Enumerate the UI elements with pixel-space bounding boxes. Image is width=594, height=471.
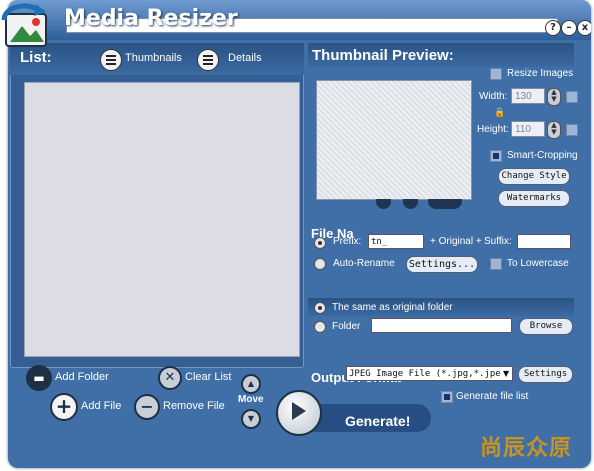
minimize-button[interactable]: – — [561, 20, 577, 36]
folder-radio[interactable] — [314, 321, 326, 333]
smart-cropping-checkbox[interactable] — [490, 150, 502, 162]
lock-icon: 🔒 — [494, 108, 506, 118]
smart-cropping-label: Smart-Cropping — [507, 150, 578, 161]
chevron-down-icon[interactable]: ▼ — [503, 369, 509, 378]
file-list[interactable] — [24, 82, 300, 357]
move-label: Move — [238, 394, 264, 405]
width-input[interactable]: 130 — [511, 88, 545, 104]
move-up-icon[interactable]: ▲ — [241, 374, 261, 394]
folder-label: Folder — [332, 321, 361, 332]
app-logo-icon — [0, 0, 58, 52]
height-input[interactable]: 110 — [511, 121, 545, 137]
format-select[interactable]: JPEG Image File (*.jpg,*.jpe — [346, 366, 513, 381]
thumbnail-preview-area — [316, 80, 472, 200]
clear-list-icon[interactable]: ✕ — [158, 366, 182, 390]
browse-button[interactable]: Browse — [519, 318, 573, 335]
thumbnail-preview-title: Thumbnail Preview: — [312, 47, 454, 64]
to-lowercase-checkbox[interactable] — [490, 258, 502, 270]
height-label: Height: — [477, 124, 509, 135]
suffix-input[interactable] — [517, 234, 571, 249]
generate-file-list-label: Generate file list — [456, 391, 529, 402]
help-button[interactable]: ? — [545, 20, 561, 36]
thumbnails-view-button[interactable]: Thumbnails — [125, 52, 182, 64]
change-style-button[interactable]: Change Style — [498, 168, 570, 185]
app-window: Media Resizer ? – x List: Thumbnails Det… — [8, 0, 591, 468]
same-folder-label: The same as original folder — [332, 302, 453, 313]
add-folder-button[interactable]: Add Folder — [55, 371, 109, 383]
preview-control-icon[interactable] — [403, 199, 418, 209]
move-down-icon[interactable]: ▼ — [241, 409, 261, 429]
width-stepper[interactable]: ▲ ▼ — [547, 88, 561, 106]
clear-list-button[interactable]: Clear List — [185, 371, 231, 383]
details-view-button[interactable]: Details — [228, 52, 262, 64]
height-lock-checkbox[interactable] — [566, 124, 578, 136]
preview-control-icon[interactable] — [376, 199, 391, 209]
rename-settings-button[interactable]: Settings... — [406, 256, 478, 273]
same-folder-radio[interactable] — [314, 302, 326, 314]
height-stepper[interactable]: ▲ ▼ — [547, 121, 561, 139]
to-lowercase-label: To Lowercase — [507, 258, 569, 269]
generate-file-list-checkbox[interactable] — [441, 391, 453, 403]
folder-input[interactable] — [371, 318, 512, 333]
add-file-button[interactable]: Add File — [81, 400, 121, 412]
thumbnails-view-icon[interactable] — [100, 49, 122, 71]
width-lock-checkbox[interactable] — [566, 91, 578, 103]
resize-images-label: Resize Images — [507, 68, 574, 79]
format-settings-button[interactable]: Settings — [518, 366, 573, 383]
corner-watermark: 尚辰众原 — [480, 436, 573, 461]
width-label: Width: — [479, 91, 508, 102]
watermarks-button[interactable]: Watermarks — [498, 190, 570, 207]
play-icon — [292, 402, 306, 420]
auto-rename-label: Auto-Rename — [333, 258, 395, 269]
close-button[interactable]: x — [577, 20, 591, 36]
prefix-label: Prefix: — [333, 236, 362, 247]
add-file-icon[interactable]: + — [50, 393, 78, 421]
prefix-radio[interactable] — [314, 237, 326, 249]
resize-images-checkbox[interactable] — [490, 68, 502, 80]
suffix-label: Suffix: — [484, 236, 512, 247]
prefix-input[interactable]: tn_ — [368, 234, 424, 249]
original-label: + Original + — [430, 236, 482, 247]
remove-file-icon[interactable]: − — [134, 394, 160, 420]
preview-control-icon[interactable] — [428, 199, 462, 209]
remove-file-button[interactable]: Remove File — [163, 400, 225, 412]
generate-label[interactable]: Generate! — [345, 413, 410, 429]
details-view-icon[interactable] — [197, 49, 219, 71]
add-folder-icon[interactable]: ▬ — [26, 365, 52, 391]
app-title: Media Resizer — [64, 6, 238, 31]
auto-rename-radio[interactable] — [314, 258, 326, 270]
